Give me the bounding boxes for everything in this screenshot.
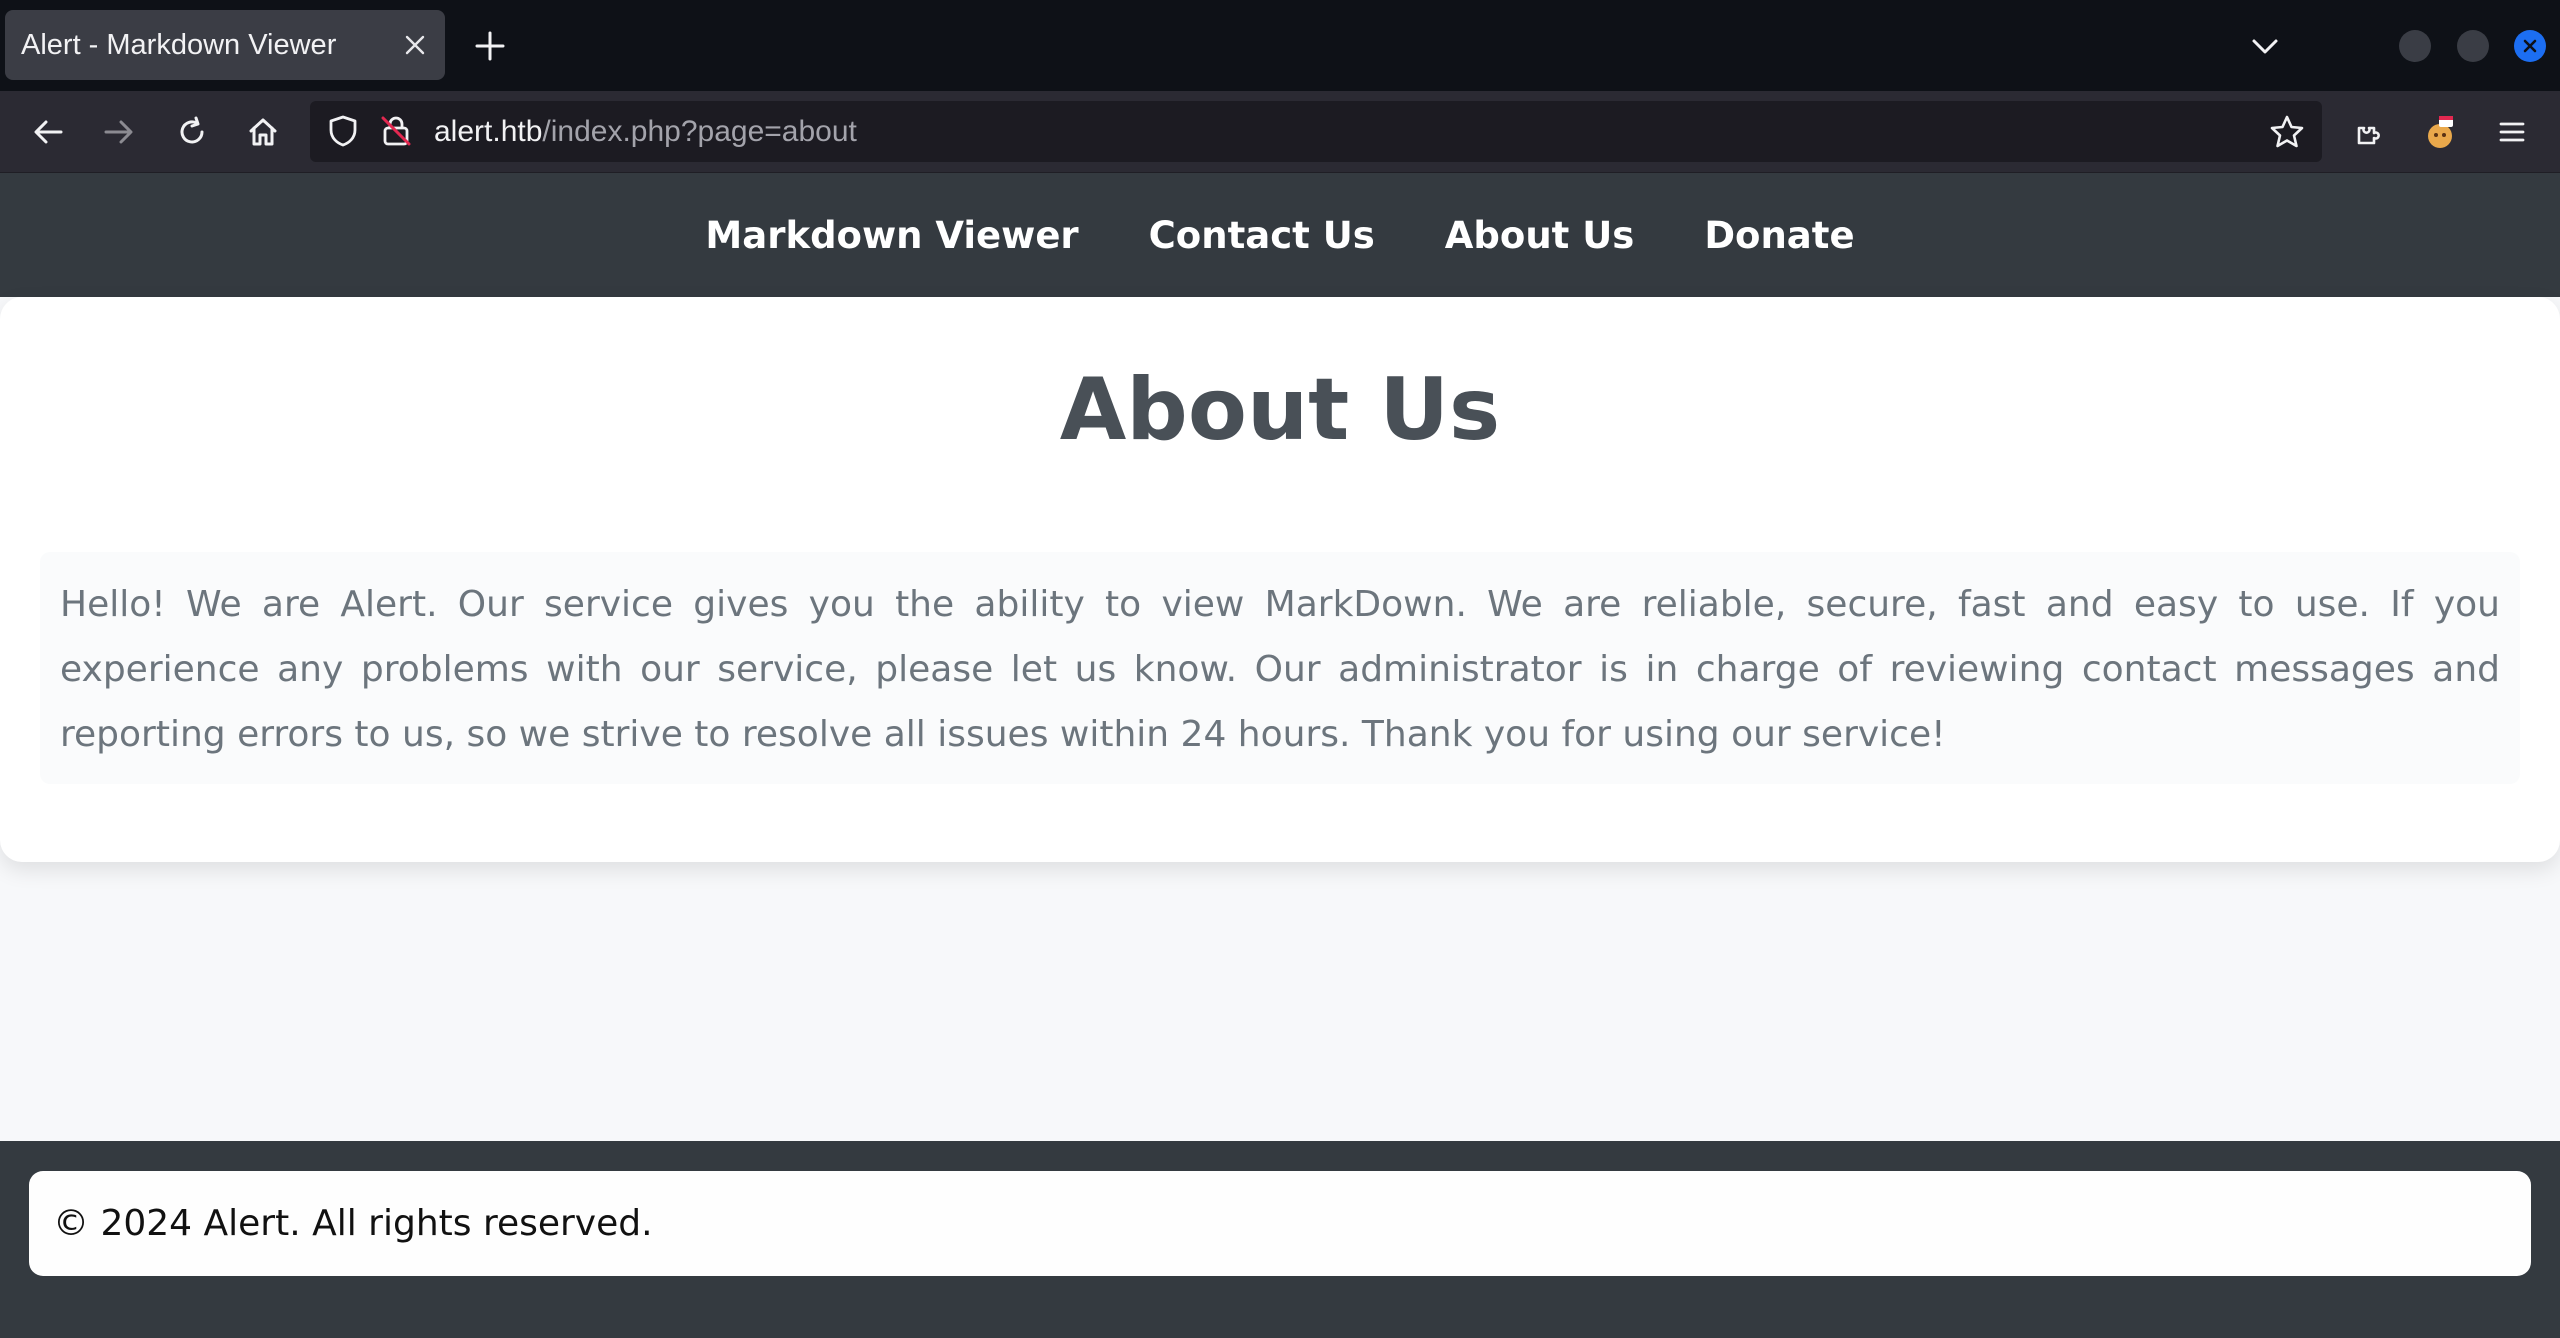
maximize-window-button[interactable]	[2457, 30, 2489, 62]
browser-tab-bar: Alert - Markdown Viewer	[0, 0, 2560, 91]
menu-icon[interactable]	[2492, 112, 2532, 152]
footer: © 2024 Alert. All rights reserved.	[0, 1141, 2560, 1338]
url-text[interactable]: alert.htb/index.php?page=about	[434, 101, 857, 162]
close-window-button[interactable]	[2514, 30, 2546, 62]
url-path: /index.php?page=about	[542, 115, 857, 148]
close-icon[interactable]	[385, 34, 445, 56]
minimize-window-button[interactable]	[2399, 30, 2431, 62]
about-text-box: Hello! We are Alert. Our service gives y…	[40, 552, 2520, 784]
back-arrow-icon[interactable]	[28, 112, 68, 152]
star-icon[interactable]	[2268, 113, 2306, 151]
nav-link-about-us[interactable]: About Us	[1445, 214, 1635, 257]
copyright-text: © 2024 Alert. All rights reserved.	[53, 1203, 653, 1244]
nav-link-contact-us[interactable]: Contact Us	[1149, 214, 1375, 257]
plus-icon[interactable]	[470, 26, 510, 66]
extensions-icon[interactable]	[2350, 112, 2390, 152]
about-text: Hello! We are Alert. Our service gives y…	[60, 584, 2500, 755]
tab-title: Alert - Markdown Viewer	[21, 28, 337, 61]
home-icon[interactable]	[243, 112, 283, 152]
forward-arrow-icon[interactable]	[99, 112, 139, 152]
site-nav: Markdown Viewer Contact Us About Us Dona…	[0, 173, 2560, 297]
url-host: alert.htb	[434, 115, 543, 148]
nav-link-markdown-viewer[interactable]: Markdown Viewer	[705, 214, 1078, 257]
browser-tab[interactable]: Alert - Markdown Viewer	[5, 10, 445, 80]
browser-toolbar: alert.htb/index.php?page=about	[0, 91, 2560, 173]
profile-icon[interactable]	[2421, 112, 2461, 152]
nav-link-donate[interactable]: Donate	[1704, 214, 1854, 257]
lock-icon[interactable]	[378, 113, 414, 149]
close-icon	[2523, 39, 2537, 53]
address-bar[interactable]: alert.htb/index.php?page=about	[310, 101, 2322, 162]
page-title: About Us	[1059, 360, 1501, 460]
content-card: About Us Hello! We are Alert. Our servic…	[0, 297, 2560, 862]
shield-icon[interactable]	[325, 113, 361, 149]
footer-box: © 2024 Alert. All rights reserved.	[29, 1171, 2531, 1276]
reload-icon[interactable]	[172, 112, 212, 152]
chevron-down-icon[interactable]	[2247, 28, 2283, 64]
